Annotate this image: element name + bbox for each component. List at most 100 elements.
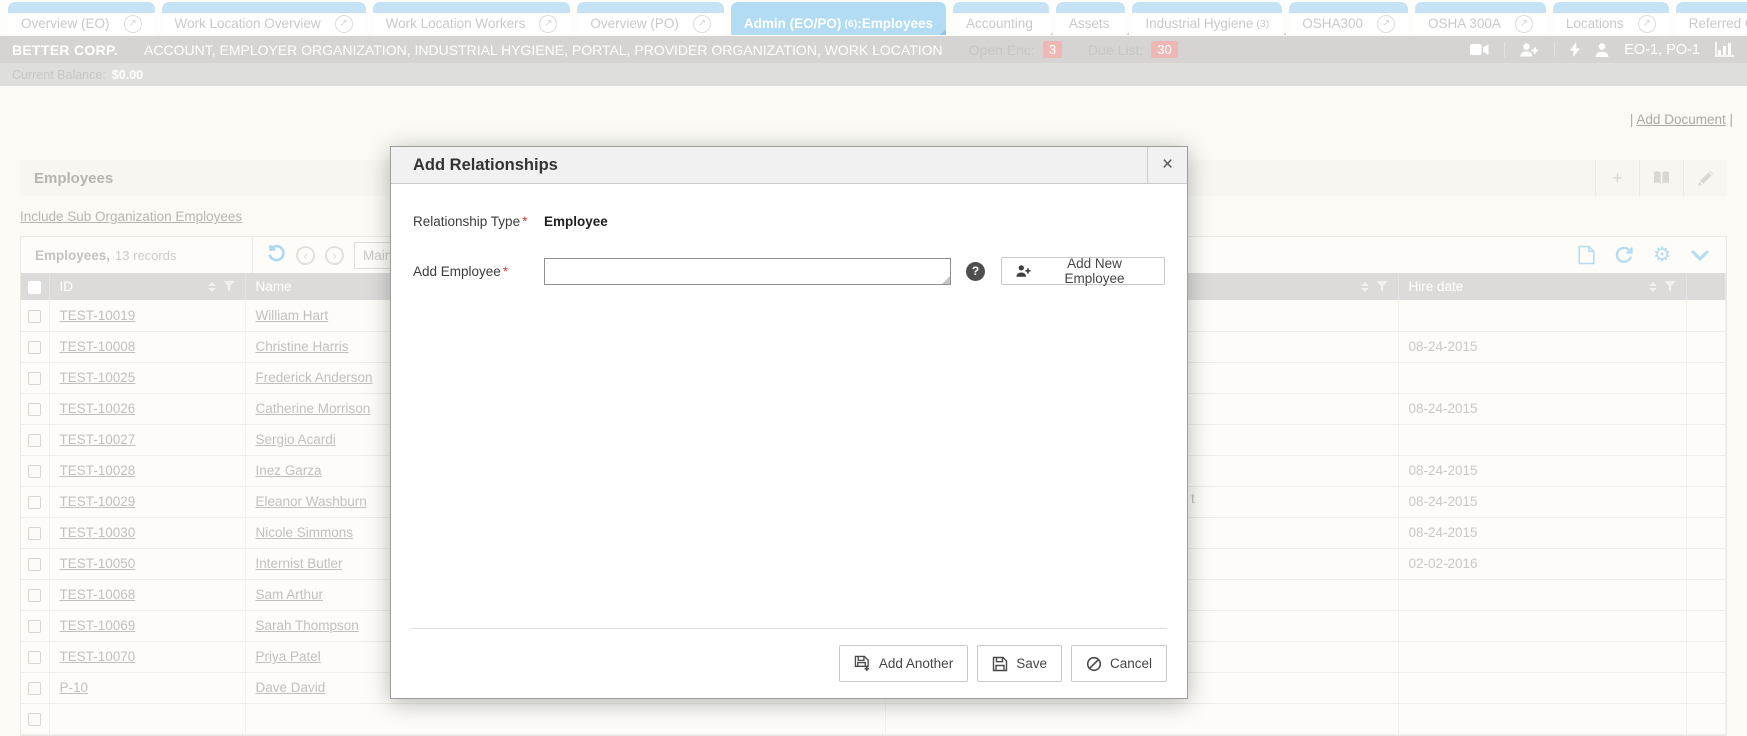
tab[interactable]: Assets ↗ <box>1056 2 1126 35</box>
row-checkbox[interactable] <box>28 620 41 633</box>
row-tail-cell <box>1686 641 1726 672</box>
row-checkbox[interactable] <box>28 372 41 385</box>
external-link-icon[interactable]: ↗ <box>1638 15 1656 33</box>
col-header-name[interactable]: Name <box>256 279 292 294</box>
book-icon[interactable] <box>1639 160 1683 196</box>
refresh-icon[interactable] <box>1614 245 1634 265</box>
employee-id-link[interactable]: TEST-10050 <box>60 556 136 571</box>
row-checkbox[interactable] <box>28 682 41 695</box>
user-context-label[interactable]: EO-1, PO-1 <box>1624 42 1700 58</box>
external-link-icon[interactable]: ↗ <box>1377 15 1395 33</box>
add-user-icon[interactable] <box>1520 43 1539 57</box>
employee-id-link[interactable]: P-10 <box>60 680 89 695</box>
lightning-icon[interactable] <box>1570 42 1580 57</box>
tab[interactable]: Overview (EO) ↗ <box>8 2 155 35</box>
include-sub-org-link[interactable]: Include Sub Organization Employees <box>20 209 242 224</box>
tab[interactable]: Locations ↗ <box>1553 2 1669 35</box>
chevron-down-icon[interactable] <box>1690 249 1710 261</box>
employee-id-link[interactable]: TEST-10028 <box>60 463 136 478</box>
employee-id-link[interactable]: TEST-10008 <box>60 339 136 354</box>
help-icon[interactable]: ? <box>966 262 985 281</box>
external-link-icon[interactable]: ↗ <box>539 15 557 33</box>
employee-name-link[interactable]: Eleanor Washburn <box>256 494 367 509</box>
row-checkbox[interactable] <box>28 310 41 323</box>
col-header-id[interactable]: ID <box>60 279 74 294</box>
dialog-header[interactable]: Add Relationships × <box>391 147 1187 184</box>
select-all-checkbox[interactable] <box>28 281 41 294</box>
employee-id-link[interactable]: TEST-10027 <box>60 432 136 447</box>
external-link-icon[interactable]: ↗ <box>124 15 142 33</box>
row-checkbox[interactable] <box>28 403 41 416</box>
tab[interactable]: OSHA 300A ↗ <box>1415 2 1546 35</box>
employee-name-link[interactable]: Christine Harris <box>256 339 349 354</box>
row-checkbox[interactable] <box>28 496 41 509</box>
row-checkbox[interactable] <box>28 341 41 354</box>
tab[interactable]: Referred Orders ↗ <box>1676 2 1747 35</box>
add-another-button[interactable]: Add Another <box>839 645 968 682</box>
row-checkbox[interactable] <box>28 558 41 571</box>
open-enc-badge[interactable]: 3 <box>1043 41 1062 58</box>
employee-name-link[interactable]: Inez Garza <box>256 463 322 478</box>
chart-icon[interactable] <box>1715 42 1735 57</box>
add-document-link[interactable]: Add Document <box>1636 112 1725 127</box>
employee-name-link[interactable]: Catherine Morrison <box>256 401 371 416</box>
filter-icon[interactable] <box>1376 281 1388 292</box>
row-checkbox[interactable] <box>28 589 41 602</box>
main-menu[interactable]: ACCOUNT, EMPLOYER ORGANIZATION, INDUSTRI… <box>144 42 943 58</box>
prev-icon[interactable]: ‹ <box>296 246 315 265</box>
external-link-icon[interactable]: ↗ <box>335 15 353 33</box>
tab[interactable]: Work Location Overview ↗ <box>162 2 366 35</box>
row-checkbox[interactable] <box>28 713 41 726</box>
employee-name-link[interactable]: Sarah Thompson <box>256 618 359 633</box>
row-checkbox[interactable] <box>28 527 41 540</box>
employee-id-link[interactable]: TEST-10069 <box>60 618 136 633</box>
employee-id-link[interactable]: TEST-10068 <box>60 587 136 602</box>
employee-name-link[interactable]: Priya Patel <box>256 649 321 664</box>
sort-icon[interactable] <box>208 282 216 292</box>
close-icon[interactable]: × <box>1147 147 1187 183</box>
tab[interactable]: Industrial Hygiene (3) ↗ <box>1132 2 1282 35</box>
save-button[interactable]: Save <box>977 645 1062 682</box>
next-icon[interactable]: › <box>325 246 344 265</box>
partial-cell-text: t <box>1191 491 1195 506</box>
row-checkbox[interactable] <box>28 465 41 478</box>
sort-icon[interactable] <box>1649 282 1657 292</box>
employee-name-link[interactable]: Frederick Anderson <box>256 370 373 385</box>
employee-id-link[interactable]: TEST-10030 <box>60 525 136 540</box>
employee-id-link[interactable]: TEST-10070 <box>60 649 136 664</box>
add-employee-input[interactable] <box>544 258 951 285</box>
sort-icon[interactable] <box>1361 282 1369 292</box>
tab[interactable]: OSHA300 ↗ <box>1289 2 1408 35</box>
row-checkbox[interactable] <box>28 651 41 664</box>
employee-name-link[interactable]: Nicole Simmons <box>256 525 354 540</box>
employee-id-link[interactable]: TEST-10025 <box>60 370 136 385</box>
employee-name-link[interactable]: Sam Arthur <box>256 587 324 602</box>
add-icon[interactable]: + <box>1595 160 1639 196</box>
employee-id-link[interactable]: TEST-10019 <box>60 308 136 323</box>
employee-id-link[interactable]: TEST-10029 <box>60 494 136 509</box>
external-link-icon[interactable]: ↗ <box>1515 15 1533 33</box>
employee-name-link[interactable]: Dave David <box>256 680 326 695</box>
gear-icon[interactable]: ⚙ <box>1653 245 1671 265</box>
filter-icon[interactable] <box>1664 281 1676 292</box>
tab[interactable]: Admin (EO/PO) (6) :Employees ↗ <box>731 2 946 35</box>
employee-name-link[interactable]: William Hart <box>256 308 329 323</box>
employee-name-link[interactable]: Sergio Acardi <box>256 432 336 447</box>
col-header-hire-date[interactable]: Hire date <box>1409 279 1464 294</box>
external-link-icon[interactable]: ↗ <box>693 15 711 33</box>
pencil-icon[interactable] <box>1683 160 1727 196</box>
tab[interactable]: Overview (PO) ↗ <box>577 2 724 35</box>
user-icon[interactable] <box>1595 43 1609 57</box>
row-checkbox[interactable] <box>28 434 41 447</box>
video-camera-icon[interactable] <box>1470 43 1489 56</box>
due-list-badge[interactable]: 30 <box>1151 41 1177 58</box>
employee-id-link[interactable]: TEST-10026 <box>60 401 136 416</box>
tab[interactable]: Work Location Workers ↗ <box>373 2 571 35</box>
tab[interactable]: Accounting ↗ <box>953 2 1049 35</box>
employee-name-link[interactable]: Internist Butler <box>256 556 343 571</box>
filter-icon[interactable] <box>223 281 235 292</box>
undo-refresh-icon[interactable] <box>267 244 286 266</box>
add-new-employee-button[interactable]: Add New Employee <box>1001 257 1165 285</box>
new-page-icon[interactable] <box>1578 245 1595 265</box>
cancel-button[interactable]: Cancel <box>1071 645 1167 682</box>
